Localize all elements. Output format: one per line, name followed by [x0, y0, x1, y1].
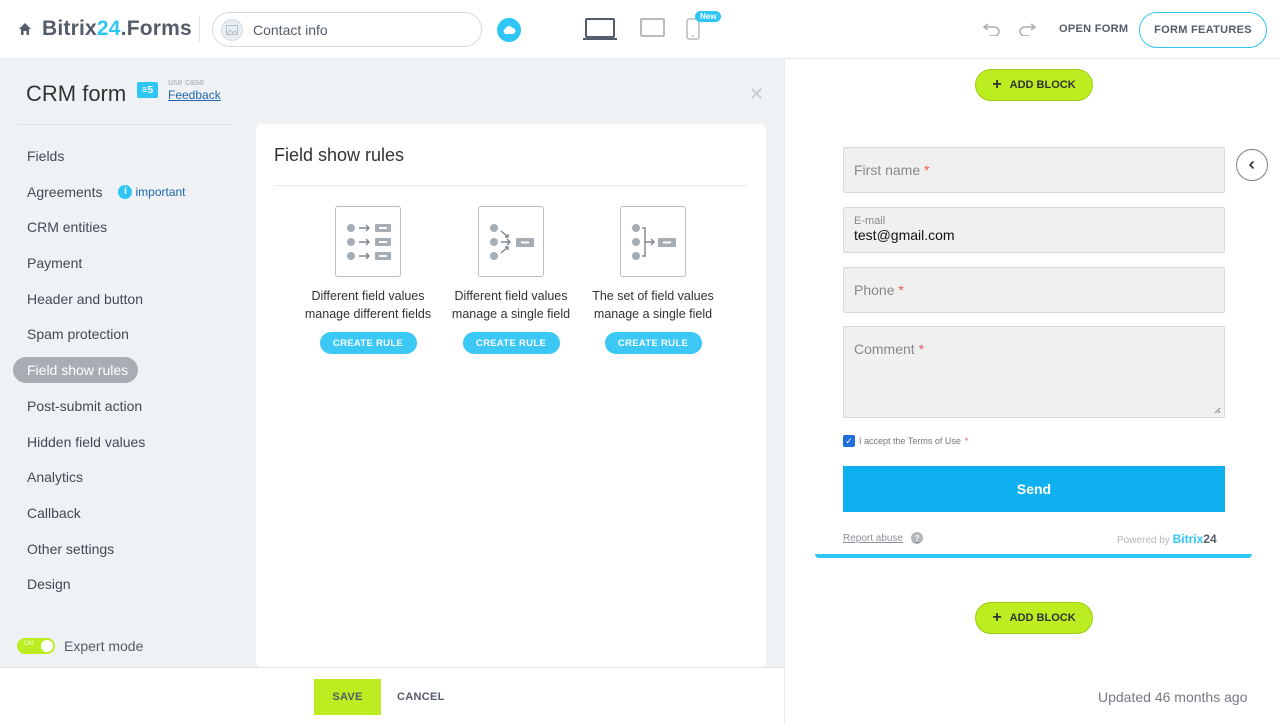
cancel-button[interactable]: CANCEL	[397, 691, 445, 703]
divider	[199, 16, 200, 42]
menu-item-post-submit-action[interactable]: Post-submit action	[13, 393, 186, 419]
use-case-icon: ≡5	[137, 82, 158, 98]
comment-field[interactable]: Comment *	[843, 326, 1225, 418]
action-bar: SAVE CANCEL	[0, 667, 784, 724]
open-form-link[interactable]: OPEN FORM	[1059, 23, 1128, 35]
tablet-icon[interactable]	[640, 18, 665, 43]
help-icon[interactable]: ?	[911, 532, 924, 544]
powered-by: Powered by Bitrix24	[1117, 532, 1217, 546]
menu-item-payment[interactable]: Payment	[13, 250, 186, 276]
terms-checkbox[interactable]: ✓ I accept the Terms of Use *	[843, 435, 968, 447]
rule-description: The set of field values manage a single f…	[592, 289, 714, 321]
desktop-icon[interactable]	[583, 18, 617, 47]
panel-title: CRM form	[26, 81, 127, 106]
rule-multi-to-multi-icon	[335, 206, 401, 277]
phone-field[interactable]: Phone *	[843, 267, 1225, 313]
rule-multi-to-single-icon	[478, 206, 544, 277]
close-icon[interactable]: ✕	[749, 84, 764, 105]
report-abuse-link[interactable]: Report abuse ?	[843, 532, 924, 544]
brand-logo: Bitrix24.Forms	[42, 17, 192, 40]
collapse-panel-button[interactable]	[1236, 149, 1268, 181]
rule-description: Different field values manage different f…	[304, 289, 432, 321]
mobile-icon[interactable]	[686, 18, 700, 47]
redo-icon[interactable]	[1018, 22, 1037, 41]
plus-icon: +	[992, 76, 1002, 93]
expert-mode-label: Expert mode	[64, 638, 144, 654]
brand: Bitrix24.Forms	[18, 17, 192, 41]
use-case-link[interactable]: Feedback	[168, 88, 221, 102]
create-rule-button[interactable]: CREATE RULE	[604, 332, 702, 354]
add-block-button[interactable]: + ADD BLOCK	[975, 602, 1093, 634]
undo-icon[interactable]	[982, 22, 1001, 41]
menu-item-hidden-field-values[interactable]: Hidden field values	[13, 429, 186, 455]
menu-item-crm-entities[interactable]: CRM entities	[13, 214, 186, 240]
divider	[18, 124, 232, 125]
updated-status: Updated 46 months ago	[1098, 689, 1248, 705]
divider	[274, 185, 748, 186]
site-thumbnail-icon	[221, 18, 243, 41]
use-case-caption: use case	[168, 77, 205, 87]
create-rule-button[interactable]: CREATE RULE	[319, 332, 417, 354]
menu-item-design[interactable]: Design	[13, 571, 186, 597]
menu-item-other-settings[interactable]: Other settings	[13, 536, 186, 562]
email-field[interactable]: E-mail test@gmail.com	[843, 207, 1225, 253]
rule-option-single-field: Different field values manage a single fi…	[441, 206, 581, 354]
rule-description: Different field values manage a single fi…	[451, 289, 571, 321]
cloud-icon[interactable]	[497, 18, 521, 42]
menu-item-agreements[interactable]: Agreements i important	[13, 179, 186, 205]
save-button[interactable]: SAVE	[314, 679, 381, 715]
chevron-left-icon	[1248, 160, 1255, 170]
form-features-button[interactable]: FORM FEATURES	[1139, 12, 1267, 48]
home-icon[interactable]	[18, 22, 32, 36]
menu-item-analytics[interactable]: Analytics	[13, 464, 186, 490]
menu-item-header-and-button[interactable]: Header and button	[13, 286, 186, 312]
resize-handle-icon	[1214, 407, 1221, 414]
rule-option-different-fields: Different field values manage different f…	[298, 206, 438, 354]
top-bar: Bitrix24.Forms Contact info New OPEN FOR…	[0, 0, 1280, 59]
send-button[interactable]: Send	[843, 466, 1225, 512]
info-icon: i	[118, 184, 133, 199]
menu-item-fields[interactable]: Fields	[13, 143, 186, 169]
settings-menu: Fields Agreements i important CRM entitie…	[13, 143, 186, 607]
form-preview: + ADD BLOCK First name * E-mail test@gmai…	[784, 59, 1280, 724]
checkbox-checked-icon[interactable]: ✓	[843, 435, 855, 447]
menu-item-callback[interactable]: Callback	[13, 500, 186, 526]
site-selector[interactable]: Contact info	[212, 12, 482, 47]
new-badge: New	[695, 11, 722, 22]
important-hint[interactable]: i important	[118, 184, 186, 199]
settings-panel: CRM form ≡5 use case Feedback ✕ Fields A…	[0, 59, 784, 667]
expert-mode: ON Expert mode	[17, 638, 143, 654]
email-value: test@gmail.com	[854, 227, 955, 243]
card-title: Field show rules	[274, 145, 405, 165]
add-block-button[interactable]: + ADD BLOCK	[975, 69, 1093, 101]
menu-item-field-show-rules[interactable]: Field show rules	[13, 357, 138, 384]
menu-item-spam-protection[interactable]: Spam protection	[13, 321, 186, 347]
expert-mode-toggle[interactable]: ON	[17, 638, 55, 654]
site-name: Contact info	[253, 21, 328, 38]
field-show-rules-card: Field show rules Different field values m…	[256, 124, 766, 667]
rule-option-set-of-values: The set of field values manage a single f…	[583, 206, 723, 354]
first-name-field[interactable]: First name *	[843, 147, 1225, 193]
create-rule-button[interactable]: CREATE RULE	[462, 332, 560, 354]
rule-set-to-single-icon	[620, 206, 686, 277]
plus-icon: +	[992, 609, 1002, 626]
form-bottom-border	[815, 554, 1252, 558]
email-label: E-mail	[854, 215, 886, 227]
